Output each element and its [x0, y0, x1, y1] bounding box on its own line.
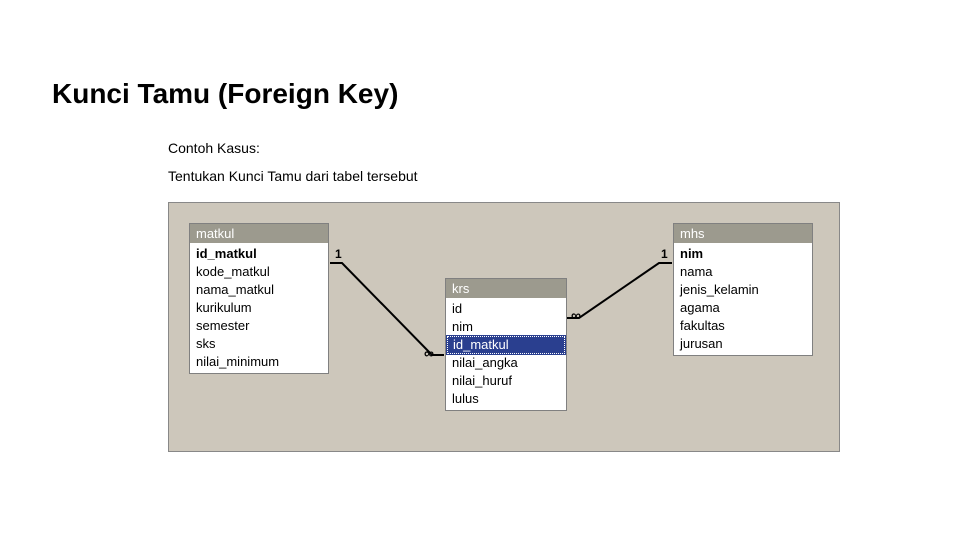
field-matkul-semester[interactable]: semester [190, 317, 328, 335]
field-matkul-nama_matkul[interactable]: nama_matkul [190, 281, 328, 299]
cardinality-matkul-one: 1 [335, 247, 342, 261]
field-matkul-nilai_minimum[interactable]: nilai_minimum [190, 353, 328, 371]
table-body-krs: id nim id_matkul nilai_angka nilai_huruf… [446, 298, 566, 410]
field-mhs-jurusan[interactable]: jurusan [674, 335, 812, 353]
table-krs[interactable]: krs id nim id_matkul nilai_angka nilai_h… [445, 278, 567, 411]
field-krs-id_matkul[interactable]: id_matkul [447, 336, 565, 354]
page-title: Kunci Tamu (Foreign Key) [52, 78, 398, 110]
field-krs-id[interactable]: id [446, 300, 566, 318]
field-matkul-kurikulum[interactable]: kurikulum [190, 299, 328, 317]
relationship-diagram: matkul id_matkul kode_matkul nama_matkul… [168, 202, 840, 452]
cardinality-mhs-one: 1 [661, 247, 668, 261]
subtitle-label: Contoh Kasus: [168, 140, 260, 156]
field-krs-nilai_huruf[interactable]: nilai_huruf [446, 372, 566, 390]
table-body-matkul: id_matkul kode_matkul nama_matkul kuriku… [190, 243, 328, 373]
table-header-mhs[interactable]: mhs [674, 224, 812, 243]
instruction-text: Tentukan Kunci Tamu dari tabel tersebut [168, 168, 418, 184]
field-mhs-jenis_kelamin[interactable]: jenis_kelamin [674, 281, 812, 299]
field-matkul-sks[interactable]: sks [190, 335, 328, 353]
field-matkul-id_matkul[interactable]: id_matkul [190, 245, 328, 263]
field-mhs-agama[interactable]: agama [674, 299, 812, 317]
table-mhs[interactable]: mhs nim nama jenis_kelamin agama fakulta… [673, 223, 813, 356]
field-mhs-fakultas[interactable]: fakultas [674, 317, 812, 335]
cardinality-krs-many-right: ∞ [571, 307, 579, 323]
field-mhs-nama[interactable]: nama [674, 263, 812, 281]
cardinality-krs-many-left: ∞ [424, 345, 432, 361]
field-mhs-nim[interactable]: nim [674, 245, 812, 263]
field-krs-lulus[interactable]: lulus [446, 390, 566, 408]
table-header-krs[interactable]: krs [446, 279, 566, 298]
table-body-mhs: nim nama jenis_kelamin agama fakultas ju… [674, 243, 812, 355]
table-header-matkul[interactable]: matkul [190, 224, 328, 243]
field-krs-nilai_angka[interactable]: nilai_angka [446, 354, 566, 372]
field-matkul-kode_matkul[interactable]: kode_matkul [190, 263, 328, 281]
table-matkul[interactable]: matkul id_matkul kode_matkul nama_matkul… [189, 223, 329, 374]
field-krs-nim[interactable]: nim [446, 318, 566, 336]
